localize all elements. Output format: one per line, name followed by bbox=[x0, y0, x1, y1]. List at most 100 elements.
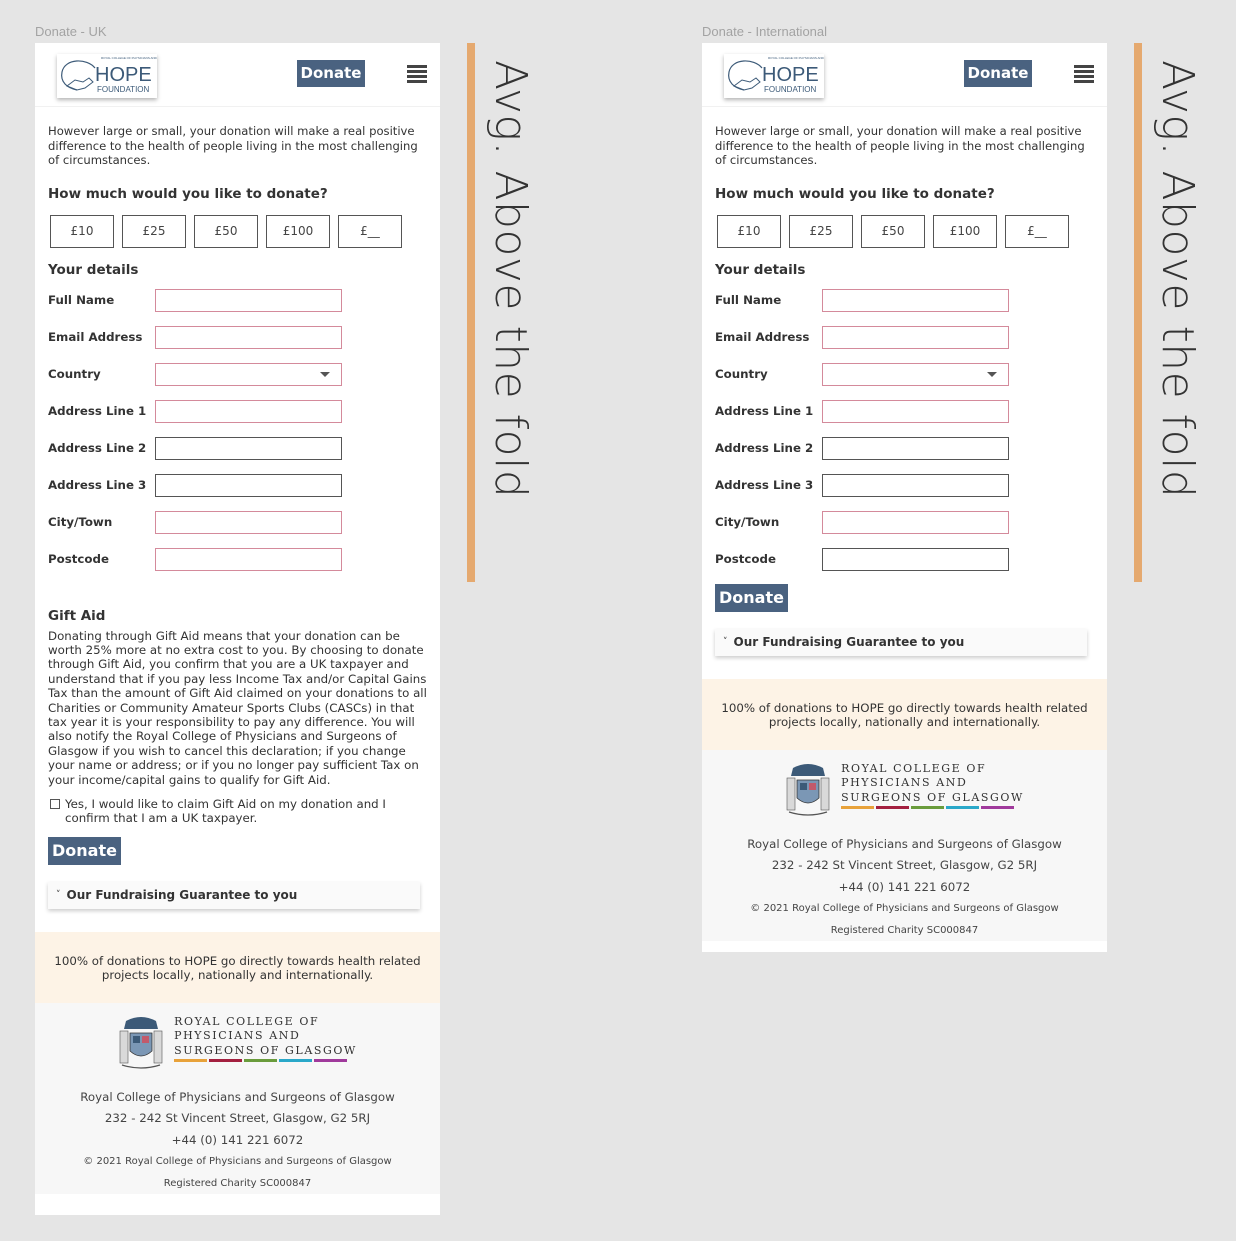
hamburger-icon[interactable] bbox=[1074, 65, 1094, 83]
field-address-2: Address Line 2 bbox=[48, 430, 427, 467]
handshake-icon: ROYAL COLLEGE OF PHYSICIANS AND SURGEONS… bbox=[728, 56, 824, 94]
footer-address: 232 - 242 St Vincent Street, Glasgow, G2… bbox=[104, 1111, 371, 1126]
country-select[interactable] bbox=[822, 362, 1009, 386]
donate-page-uk: ROYAL COLLEGE OF PHYSICIANS AND SURGEONS… bbox=[35, 43, 440, 1215]
footer-phone[interactable]: +44 (0) 141 221 6072 bbox=[35, 1130, 440, 1152]
fold-marker-bar bbox=[467, 43, 475, 582]
field-label: Address Line 3 bbox=[715, 478, 814, 492]
address-line-1-input[interactable] bbox=[822, 399, 1009, 423]
fundraising-guarantee-accordion[interactable]: ˅ Our Fundraising Guarantee to you bbox=[48, 881, 420, 909]
fold-annotation: Avg. Above the fold bbox=[1152, 60, 1203, 499]
donate-page-international: ROYAL COLLEGE OF PHYSICIANS AND SURGEONS… bbox=[702, 43, 1107, 952]
amount-option[interactable]: £10 bbox=[50, 214, 114, 248]
donate-submit-button[interactable]: Donate bbox=[715, 583, 788, 612]
field-label: Postcode bbox=[715, 552, 776, 566]
amount-custom[interactable]: £__ bbox=[338, 214, 402, 248]
amount-option[interactable]: £50 bbox=[194, 214, 258, 248]
field-label: Country bbox=[715, 367, 768, 381]
hope-foundation-logo[interactable]: ROYAL COLLEGE OF PHYSICIANS AND SURGEONS… bbox=[724, 54, 824, 98]
site-footer: ROYAL COLLEGE OF PHYSICIANS AND SURGEONS… bbox=[702, 749, 1107, 941]
field-address-1: Address Line 1 bbox=[48, 393, 427, 430]
chevron-down-icon bbox=[987, 371, 997, 377]
details-heading: Your details bbox=[48, 261, 139, 278]
gift-aid-checkbox-label: Yes, I would like to claim Gift Aid on m… bbox=[65, 796, 386, 826]
city-input[interactable] bbox=[155, 510, 342, 534]
field-label: Email Address bbox=[715, 330, 810, 344]
site-footer: ROYAL COLLEGE OF PHYSICIANS AND SURGEONS… bbox=[35, 1002, 440, 1195]
rcps-line: ROYAL COLLEGE OF bbox=[841, 761, 987, 775]
field-label: City/Town bbox=[48, 515, 113, 529]
field-full-name: Full Name bbox=[48, 282, 427, 319]
address-line-3-input[interactable] bbox=[822, 473, 1009, 497]
field-label: Country bbox=[48, 367, 101, 381]
intro-text: However large or small, your donation wi… bbox=[715, 124, 1085, 167]
rcps-logo[interactable]: ROYAL COLLEGE OF PHYSICIANS AND SURGEONS… bbox=[702, 760, 1107, 818]
field-postcode: Postcode bbox=[715, 541, 1094, 578]
amount-custom[interactable]: £__ bbox=[1005, 214, 1069, 248]
email-input[interactable] bbox=[822, 325, 1009, 349]
city-input[interactable] bbox=[822, 510, 1009, 534]
fold-annotation: Avg. Above the fold bbox=[485, 60, 536, 499]
field-country: Country bbox=[48, 356, 427, 393]
svg-text:ROYAL COLLEGE OF PHYSICIANS AN: ROYAL COLLEGE OF PHYSICIANS AND SURGEONS… bbox=[101, 56, 157, 60]
hamburger-icon[interactable] bbox=[407, 65, 427, 83]
colour-stripes bbox=[174, 1059, 357, 1063]
address-line-3-input[interactable] bbox=[155, 473, 342, 497]
rcps-line: PHYSICIANS AND bbox=[174, 1029, 301, 1043]
amount-option[interactable]: £100 bbox=[933, 214, 997, 248]
svg-text:HOPE: HOPE bbox=[95, 64, 152, 86]
address-line-2-input[interactable] bbox=[822, 436, 1009, 460]
amount-heading: How much would you like to donate? bbox=[715, 185, 995, 202]
gift-aid-heading: Gift Aid bbox=[48, 607, 106, 624]
amount-option[interactable]: £25 bbox=[122, 214, 186, 248]
footer-charity: Registered Charity SC000847 bbox=[830, 924, 979, 936]
address-line-2-input[interactable] bbox=[155, 436, 342, 460]
field-label: Postcode bbox=[48, 552, 109, 566]
field-country: Country bbox=[715, 356, 1094, 393]
chevron-down-icon: ˅ bbox=[723, 637, 728, 647]
donate-submit-button[interactable]: Donate bbox=[48, 836, 121, 865]
email-input[interactable] bbox=[155, 325, 342, 349]
fundraising-guarantee-accordion[interactable]: ˅ Our Fundraising Guarantee to you bbox=[715, 628, 1087, 656]
rcps-line: SURGEONS OF GLASGOW bbox=[841, 790, 1024, 804]
gift-aid-checkbox-row[interactable]: Yes, I would like to claim Gift Aid on m… bbox=[48, 797, 427, 826]
header-donate-button[interactable]: Donate bbox=[297, 60, 365, 87]
amount-option[interactable]: £25 bbox=[789, 214, 853, 248]
intro-text: However large or small, your donation wi… bbox=[48, 124, 418, 167]
field-label: Address Line 2 bbox=[715, 441, 814, 455]
field-label: Full Name bbox=[715, 293, 782, 307]
site-header: ROYAL COLLEGE OF PHYSICIANS AND SURGEONS… bbox=[35, 43, 440, 107]
fold-marker-bar bbox=[1134, 43, 1142, 582]
footer-phone[interactable]: +44 (0) 141 221 6072 bbox=[702, 877, 1107, 899]
field-email: Email Address bbox=[715, 319, 1094, 356]
amount-options: £10 £25 £50 £100 £__ bbox=[48, 214, 427, 248]
rcps-line: PHYSICIANS AND bbox=[841, 776, 968, 789]
svg-text:FOUNDATION: FOUNDATION bbox=[764, 85, 817, 94]
field-label: Address Line 3 bbox=[48, 478, 147, 492]
field-full-name: Full Name bbox=[715, 282, 1094, 319]
donation-form: However large or small, your donation wi… bbox=[35, 124, 440, 909]
country-select[interactable] bbox=[155, 362, 342, 386]
accordion-label: Our Fundraising Guarantee to you bbox=[733, 635, 965, 649]
rcps-line: SURGEONS OF GLASGOW bbox=[174, 1043, 357, 1057]
gift-aid-checkbox[interactable] bbox=[50, 798, 60, 809]
amount-option[interactable]: £100 bbox=[266, 214, 330, 248]
full-name-input[interactable] bbox=[822, 288, 1009, 312]
donation-form: However large or small, your donation wi… bbox=[702, 124, 1107, 656]
hope-foundation-logo[interactable]: ROYAL COLLEGE OF PHYSICIANS AND SURGEONS… bbox=[57, 54, 157, 98]
full-name-input[interactable] bbox=[155, 288, 342, 312]
field-label: Email Address bbox=[48, 330, 143, 344]
amount-option[interactable]: £10 bbox=[717, 214, 781, 248]
donation-banner: 100% of donations to HOPE go directly to… bbox=[702, 678, 1107, 750]
postcode-input[interactable] bbox=[822, 547, 1009, 571]
header-donate-button[interactable]: Donate bbox=[964, 60, 1032, 87]
donation-banner: 100% of donations to HOPE go directly to… bbox=[35, 931, 440, 1003]
postcode-input[interactable] bbox=[155, 547, 342, 571]
svg-text:FOUNDATION: FOUNDATION bbox=[97, 85, 150, 94]
field-label: Address Line 1 bbox=[715, 404, 814, 418]
amount-option[interactable]: £50 bbox=[861, 214, 925, 248]
rcps-logo[interactable]: ROYAL COLLEGE OF PHYSICIANS AND SURGEONS… bbox=[35, 1013, 440, 1071]
field-label: Full Name bbox=[48, 293, 115, 307]
address-line-1-input[interactable] bbox=[155, 399, 342, 423]
coat-of-arms-icon bbox=[786, 763, 830, 816]
